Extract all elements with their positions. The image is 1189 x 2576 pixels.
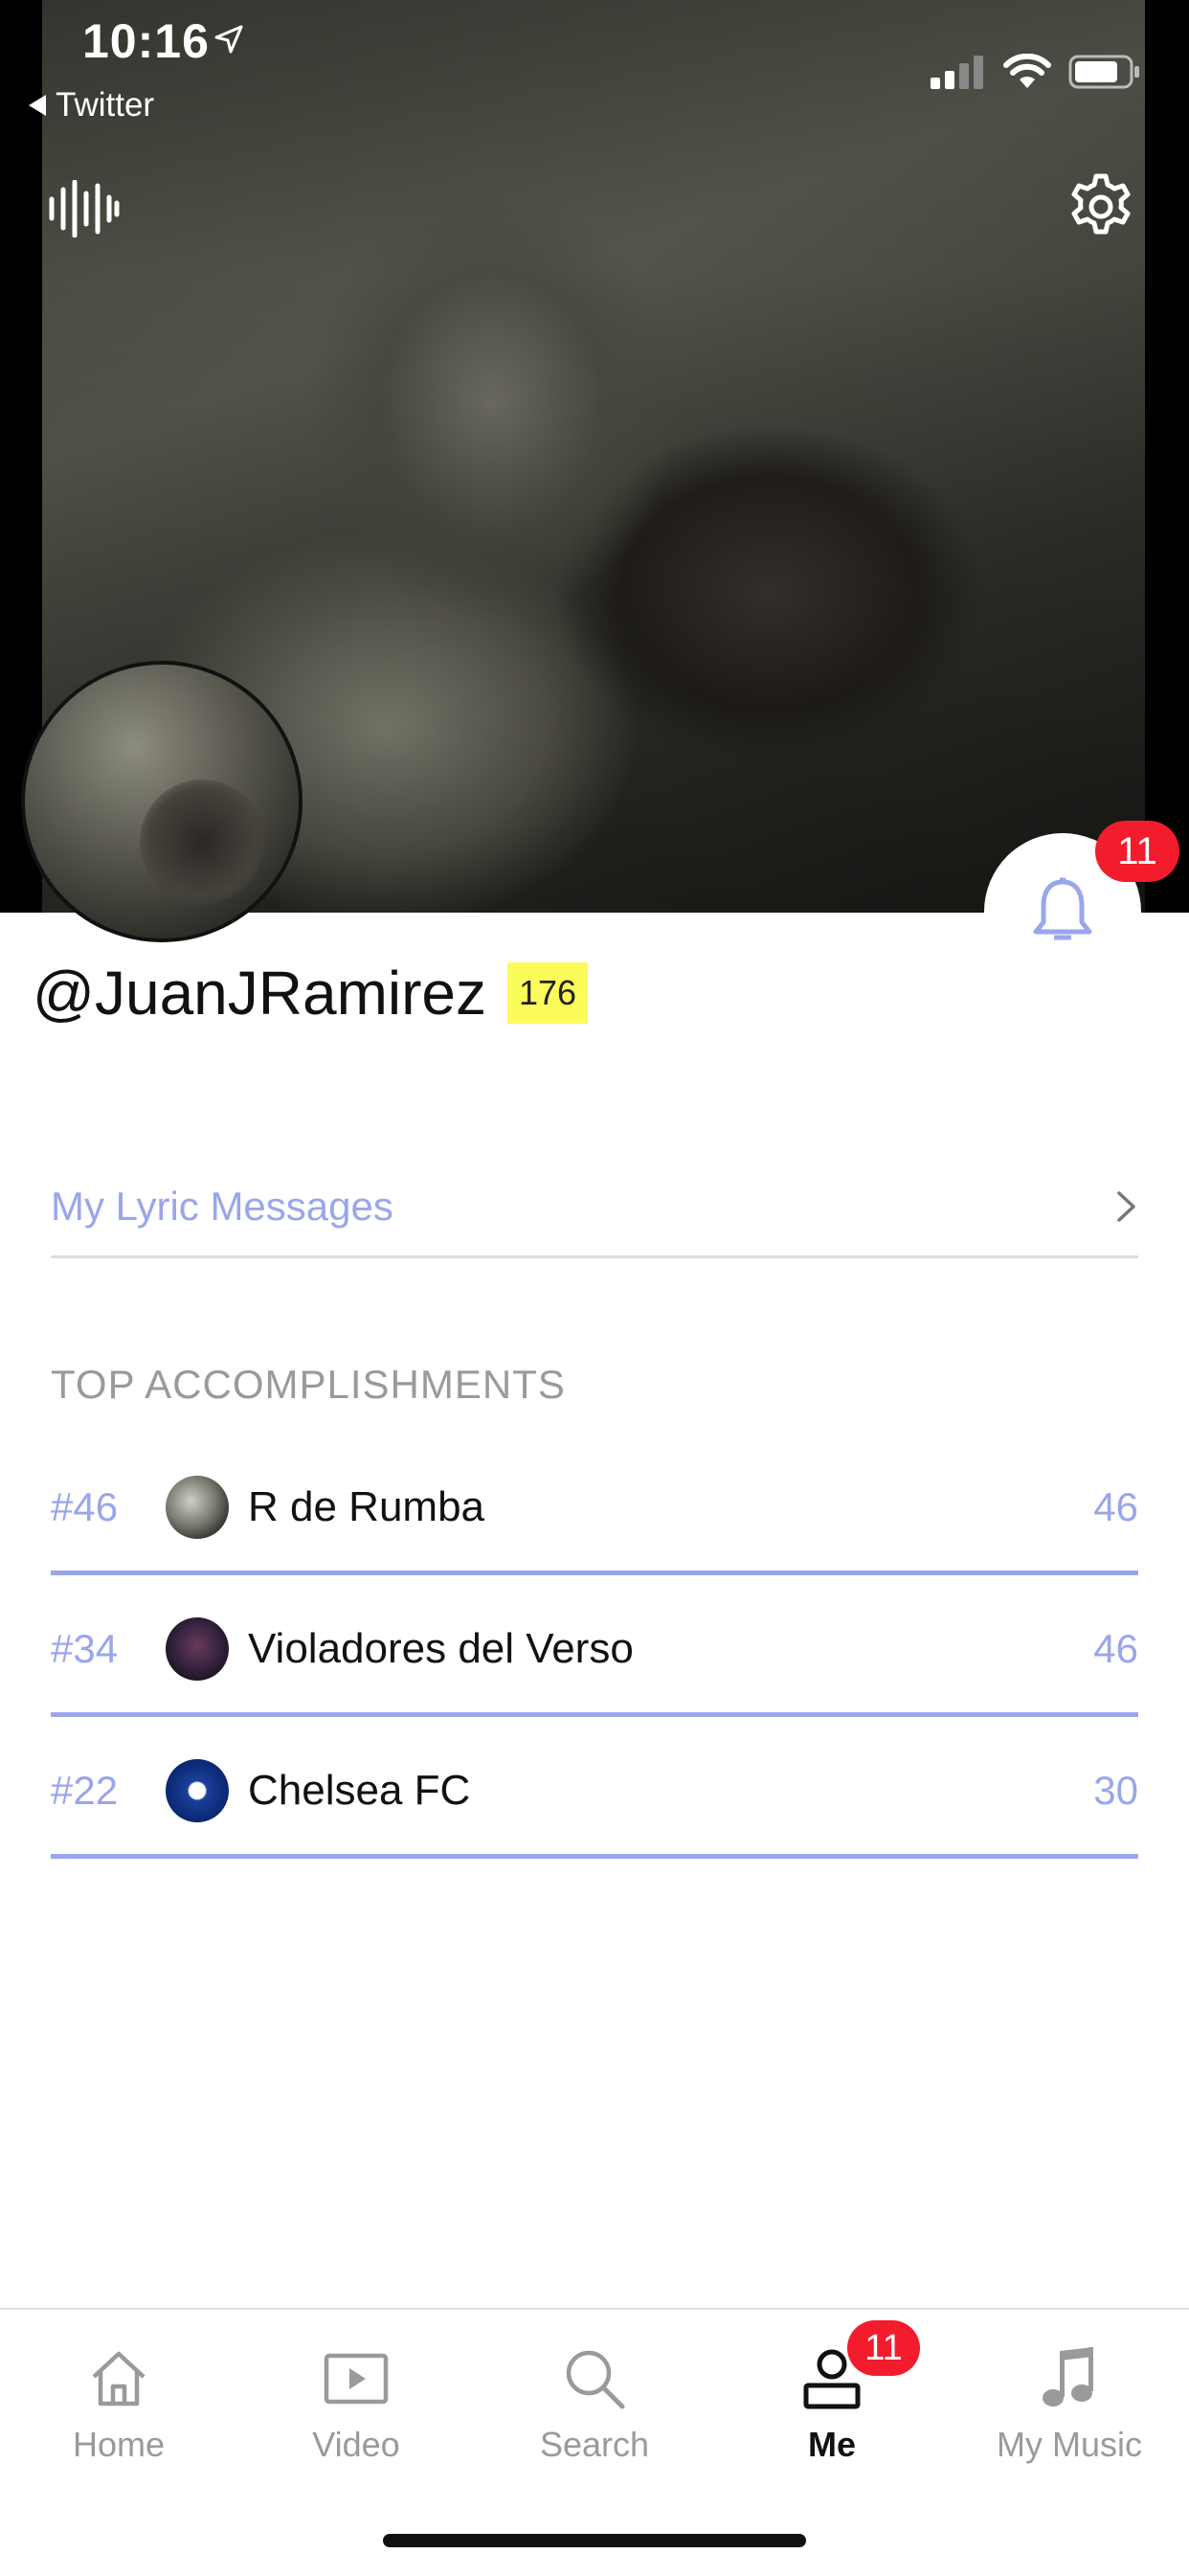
back-app-label: Twitter [56,86,155,124]
battery-icon [1068,55,1139,89]
tab-me-label: Me [807,2425,856,2464]
cellular-signal-icon [931,56,983,89]
accomplishment-count: 30 [1093,1768,1138,1813]
tab-home[interactable]: Home [0,2339,237,2465]
accomplishment-name: Chelsea FC [248,1767,471,1814]
accomplishment-row-r-de-rumba[interactable]: #46 R de Rumba 46 [51,1444,1138,1575]
search-icon [566,2350,625,2409]
accomplishment-row-violadores-del-verso[interactable]: #34 Violadores del Verso 46 [51,1586,1138,1717]
my-lyric-messages-label: My Lyric Messages [51,1183,393,1229]
tab-search[interactable]: Search [476,2339,713,2465]
me-tab-badge: 11 [847,2320,920,2376]
profile-username-row: @JuanJRamirez 176 [33,958,589,1028]
location-arrow-icon [214,25,243,54]
tab-my-music[interactable]: My Music [951,2339,1188,2465]
profile-avatar[interactable] [21,661,303,942]
accomplishment-rank: #34 [51,1626,119,1671]
chelsea-crest-thumbnail [166,1759,229,1822]
settings-gear-icon[interactable] [1066,172,1135,241]
tab-search-label: Search [539,2425,650,2464]
bell-icon [1033,877,1092,940]
back-to-twitter-link[interactable]: Twitter [29,86,154,124]
tab-video[interactable]: Video [237,2339,475,2465]
accomplishment-name: Violadores del Verso [248,1625,634,1672]
tab-video-label: Video [312,2425,400,2464]
home-icon [92,2351,146,2407]
accomplishment-name: R de Rumba [248,1483,485,1530]
accomplishment-rank: #46 [51,1484,119,1529]
top-accomplishments-title: TOP ACCOMPLISHMENTS [51,1362,566,1407]
home-indicator[interactable] [383,2534,806,2547]
accomplishment-count: 46 [1093,1484,1138,1529]
music-note-icon [1043,2347,1093,2407]
status-time: 10:16 [82,14,210,68]
artist-thumbnail [166,1476,229,1539]
artist-thumbnail [166,1617,229,1681]
notification-count-badge: 11 [1095,821,1179,882]
accomplishments-list: #46 R de Rumba 46 #34 Violadores del Ver… [51,1444,1138,1869]
back-triangle-icon [29,95,46,116]
wifi-icon [1003,54,1051,88]
accomplishment-rank: #22 [51,1768,119,1813]
my-lyric-messages-row[interactable]: My Lyric Messages [51,1157,1138,1258]
username: @JuanJRamirez [33,959,486,1028]
status-icons [931,54,1141,90]
accomplishment-count: 46 [1093,1626,1138,1671]
chevron-right-icon [1117,1190,1135,1222]
video-icon [324,2353,389,2405]
audio-wave-icon[interactable] [48,180,121,237]
tab-home-label: Home [72,2425,166,2464]
accomplishment-row-chelsea-fc[interactable]: #22 Chelsea FC 30 [51,1728,1138,1859]
score-badge: 176 [507,962,589,1024]
tab-my-music-label: My Music [997,2425,1142,2464]
